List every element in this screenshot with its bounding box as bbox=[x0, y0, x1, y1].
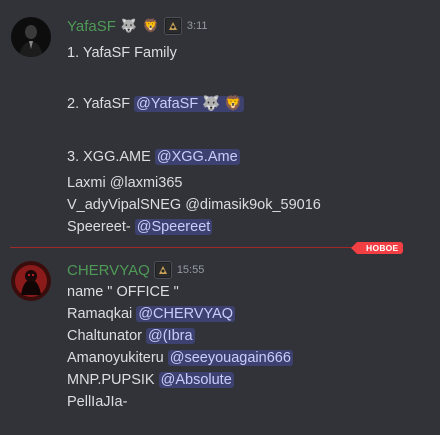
message-line: Chaltunator @(Ibra bbox=[67, 326, 195, 346]
line-text: PellIaJIa- bbox=[67, 394, 128, 410]
message-header: YafaSF 🐺 🦁 3:11 bbox=[67, 15, 208, 37]
role-badge-icon bbox=[163, 17, 182, 35]
mention[interactable]: @CHERVYAQ bbox=[136, 306, 236, 322]
new-messages-badge: НОВОЕ bbox=[350, 242, 404, 254]
lion-badge-icon: 🦁 bbox=[142, 18, 160, 33]
username[interactable]: YafaSF bbox=[67, 18, 116, 35]
avatar[interactable] bbox=[11, 17, 51, 57]
line-text: Laxmi @laxmi365 bbox=[67, 175, 183, 191]
new-messages-divider bbox=[10, 247, 403, 248]
mention[interactable]: @XGG.Ame bbox=[154, 149, 240, 165]
timestamp: 15:55 bbox=[176, 264, 205, 276]
avatar[interactable] bbox=[11, 261, 51, 301]
line-text: MNP.PUPSIK bbox=[67, 372, 159, 388]
message-line: Amanoyukiteru @seeyouagain666 bbox=[67, 348, 293, 368]
line-text: 2. YafaSF bbox=[67, 96, 135, 112]
line-text: Ramaqkai bbox=[67, 306, 137, 322]
role-badge-icon bbox=[153, 261, 172, 279]
mention[interactable]: @Speereet bbox=[134, 219, 213, 235]
mention[interactable]: @Absolute bbox=[158, 372, 234, 388]
line-text: Amanoyukiteru bbox=[67, 350, 168, 366]
wolf-badge-icon: 🐺 bbox=[120, 18, 138, 33]
mention[interactable]: @(Ibra bbox=[146, 328, 195, 344]
message-line: V_adyVipalSNEG @dimasik9ok_59016 bbox=[67, 195, 321, 215]
message-line: PellIaJIa- bbox=[67, 392, 127, 412]
message-line: Ramaqkai @CHERVYAQ bbox=[67, 304, 236, 324]
line-text: name " OFFICE " bbox=[67, 284, 179, 300]
line-text: 1. YafaSF Family bbox=[67, 45, 177, 61]
mention[interactable]: @YafaSF 🐺 🦁 bbox=[134, 96, 245, 112]
message-line: 1. YafaSF Family bbox=[67, 43, 177, 63]
line-text: V_adyVipalSNEG @dimasik9ok_59016 bbox=[67, 197, 321, 213]
line-text: Speereet- bbox=[67, 219, 135, 235]
line-text: 3. XGG.AME bbox=[67, 149, 155, 165]
message-line: Speereet- @Speereet bbox=[67, 217, 213, 237]
message-line: name " OFFICE " bbox=[67, 282, 179, 302]
line-text: Chaltunator bbox=[67, 328, 146, 344]
message-line: 2. YafaSF @YafaSF 🐺 🦁 bbox=[67, 94, 245, 114]
username[interactable]: CHERVYAQ bbox=[67, 262, 150, 279]
message-line: 3. XGG.AME @XGG.Ame bbox=[67, 147, 240, 167]
message-line: Laxmi @laxmi365 bbox=[67, 173, 182, 193]
mention[interactable]: @seeyouagain666 bbox=[167, 350, 293, 366]
timestamp: 3:11 bbox=[186, 20, 208, 32]
message-line: MNP.PUPSIK @Absolute bbox=[67, 370, 234, 390]
message-header: CHERVYAQ 15:55 bbox=[67, 259, 204, 281]
